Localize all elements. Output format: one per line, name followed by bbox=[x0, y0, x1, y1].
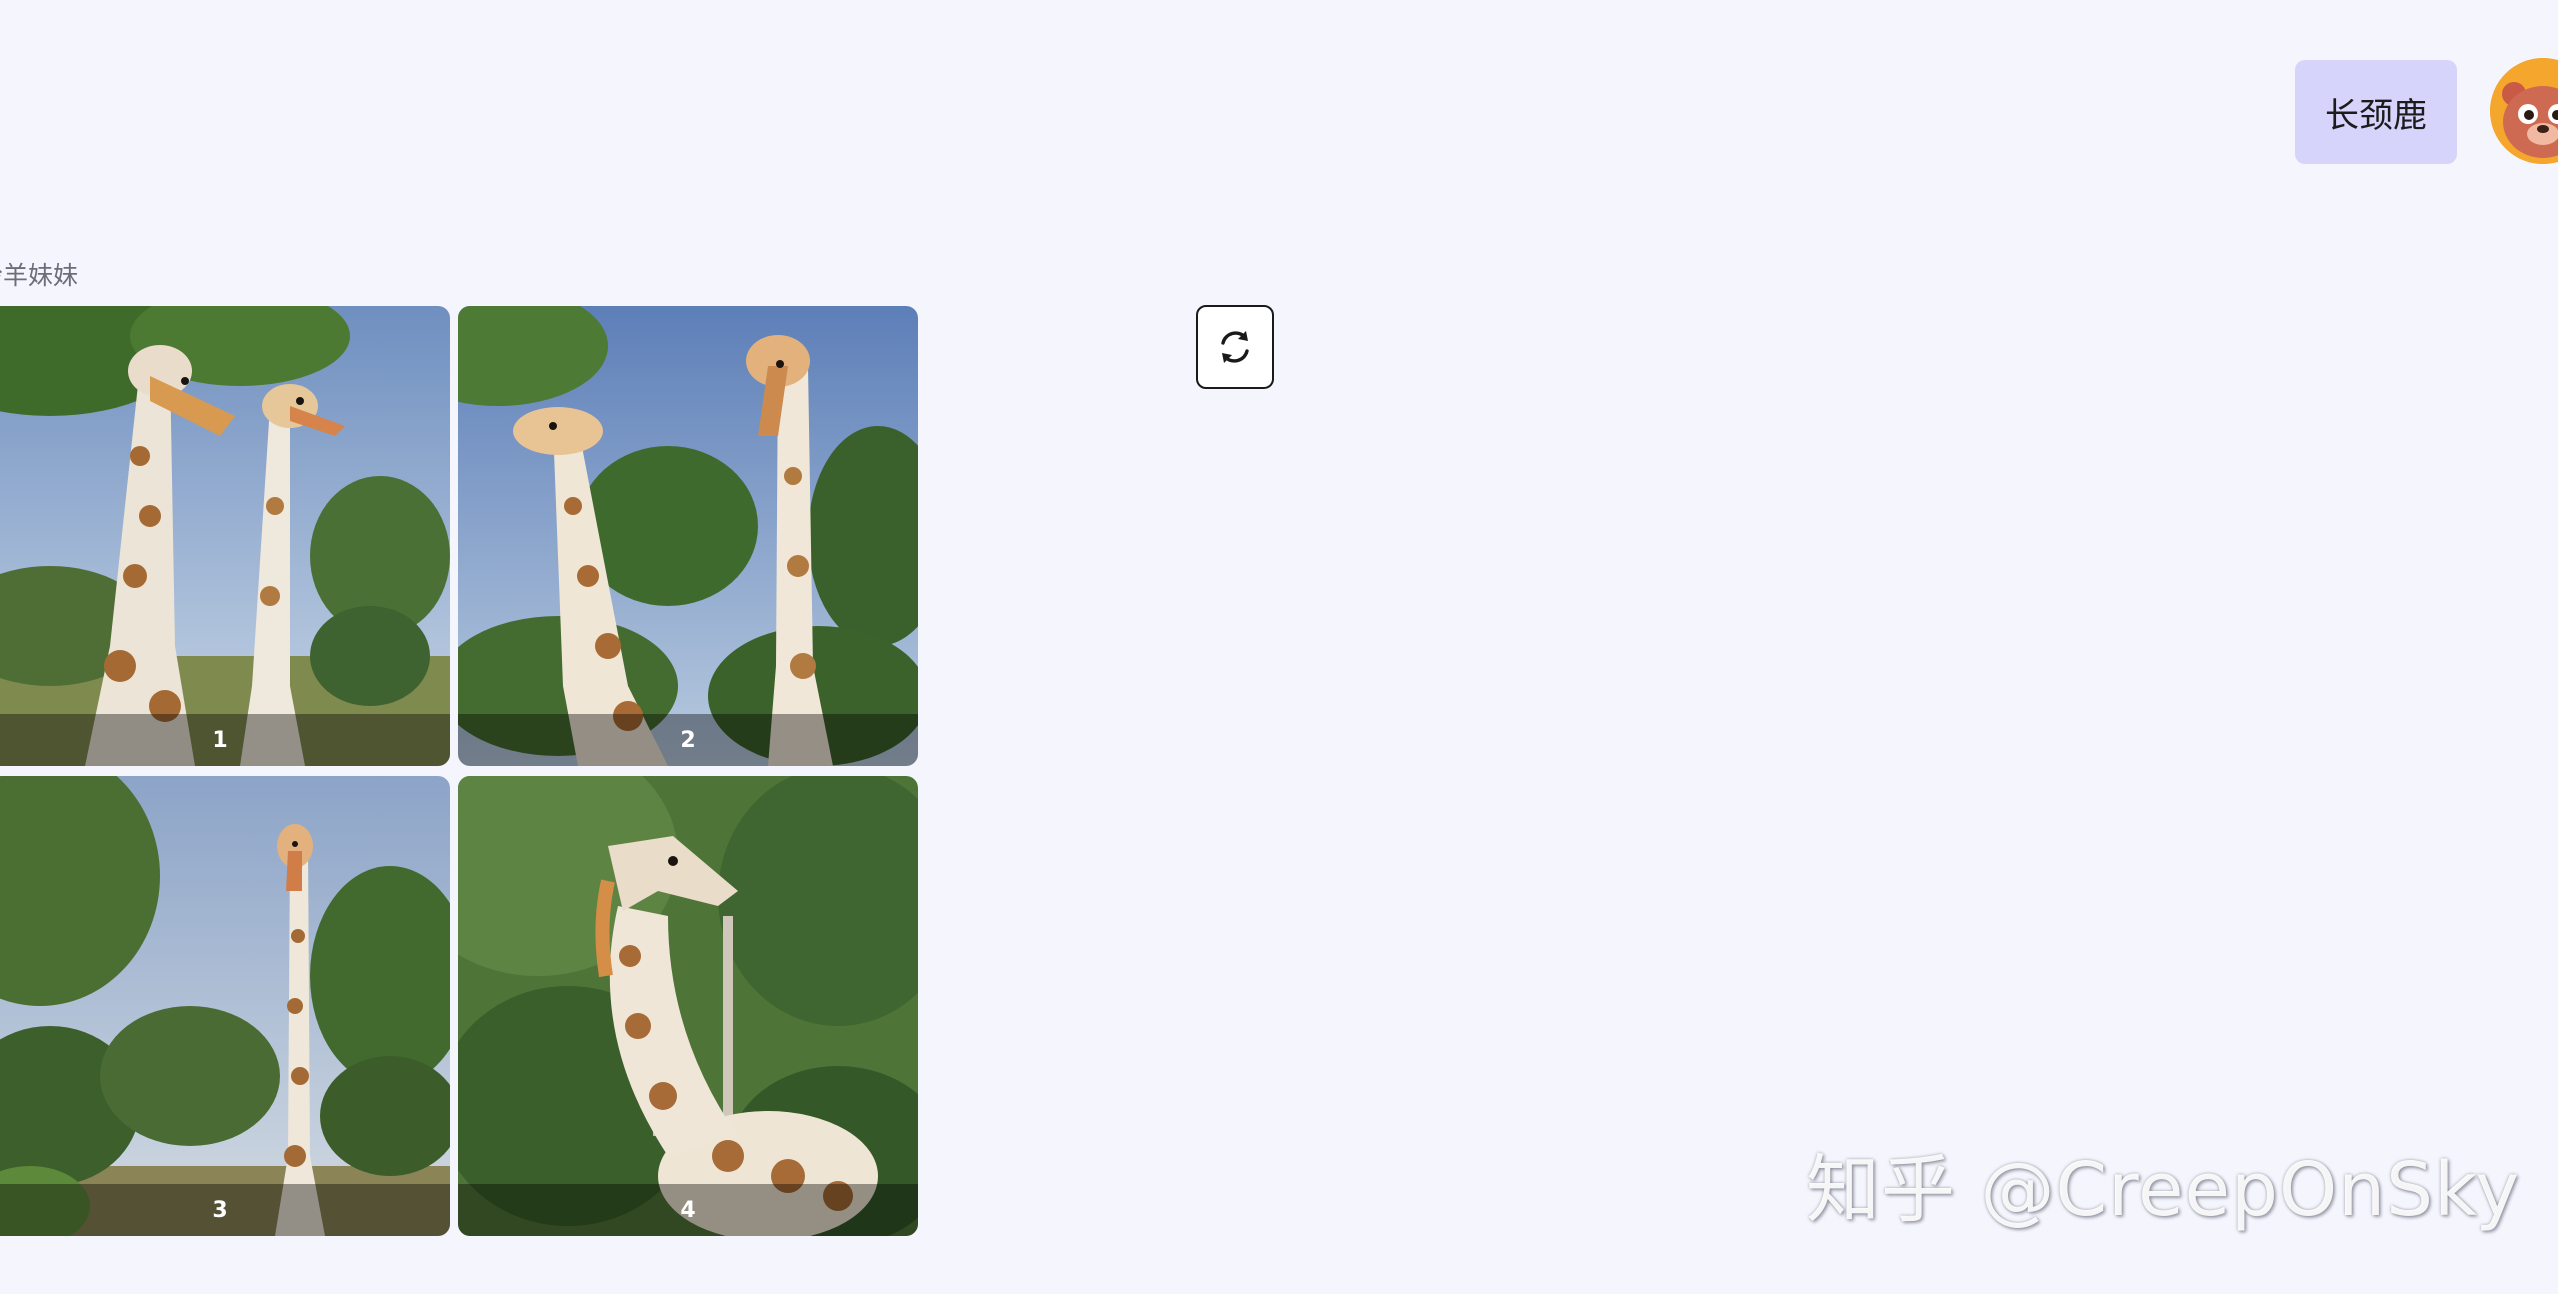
user-message-text: 长颈鹿 bbox=[2325, 95, 2427, 136]
result-image-4[interactable]: 4 bbox=[458, 776, 918, 1236]
refresh-button[interactable] bbox=[1196, 305, 1274, 389]
result-image-2[interactable]: 2 bbox=[458, 306, 918, 766]
bear-avatar-icon bbox=[2490, 58, 2558, 164]
image-grid: 1 2 3 4 bbox=[0, 306, 918, 1237]
chat-page: 长颈鹿 羚羊妹妹 bbox=[0, 0, 2558, 1294]
result-image-3[interactable]: 3 bbox=[0, 776, 450, 1236]
giraffe-image bbox=[458, 306, 918, 766]
image-number-label: 4 bbox=[680, 1197, 696, 1223]
result-image-1[interactable]: 1 bbox=[0, 306, 450, 766]
watermark: 知乎 @CreepOnSky bbox=[1806, 1147, 2521, 1233]
image-number-bar: 3 bbox=[0, 1184, 450, 1236]
user-avatar[interactable] bbox=[2490, 58, 2558, 164]
image-number-bar: 1 bbox=[0, 714, 450, 766]
bot-name: 羚羊妹妹 bbox=[0, 261, 79, 290]
refresh-icon bbox=[1221, 331, 1249, 363]
image-number-bar: 2 bbox=[458, 714, 918, 766]
giraffe-image bbox=[458, 776, 918, 1236]
image-number-label: 2 bbox=[680, 727, 696, 753]
image-number-bar: 4 bbox=[458, 1184, 918, 1236]
user-message-bubble: 长颈鹿 bbox=[2295, 60, 2457, 164]
image-number-label: 3 bbox=[212, 1197, 228, 1223]
image-number-label: 1 bbox=[212, 727, 228, 753]
giraffe-image bbox=[0, 776, 450, 1236]
giraffe-image bbox=[0, 306, 450, 766]
